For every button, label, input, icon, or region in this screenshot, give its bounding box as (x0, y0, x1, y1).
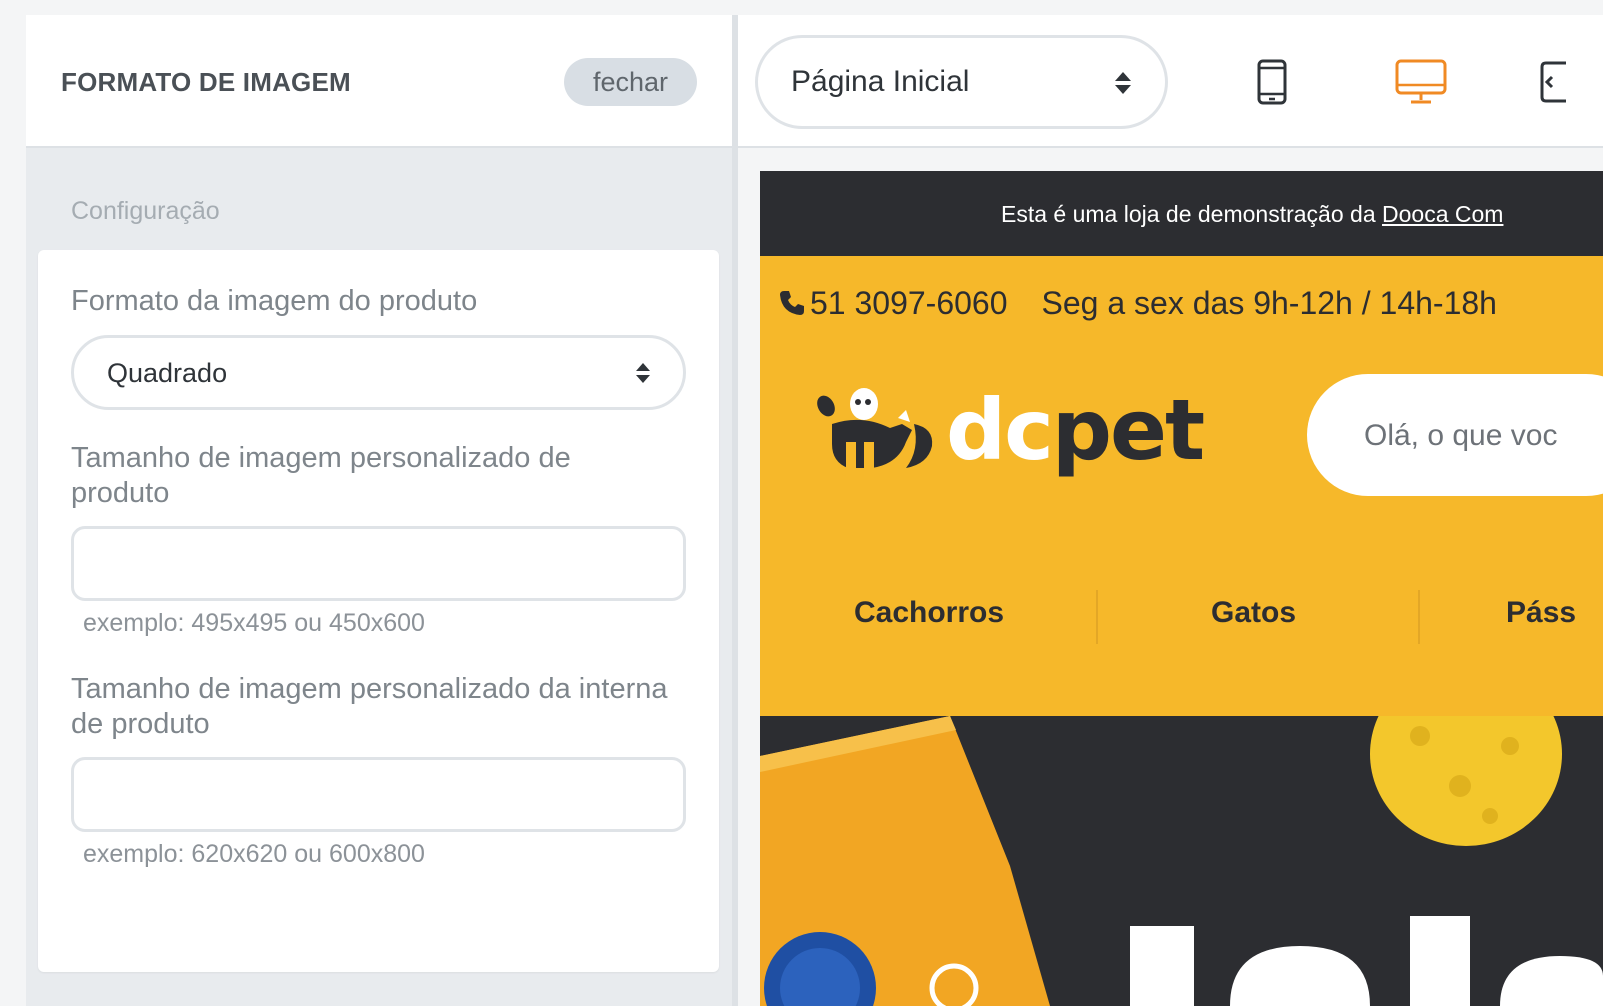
panel-header: FORMATO DE IMAGEM fechar (26, 15, 732, 148)
nav-separator (1418, 590, 1420, 644)
custom-size-label: Tamanho de imagem personalizado de produ… (71, 442, 571, 509)
format-label: Formato da imagem do produto (71, 285, 478, 317)
nav-item-passaros[interactable]: Páss (1506, 596, 1576, 630)
dog-cat-logo-icon[interactable] (802, 384, 942, 474)
preview-toolbar: Página Inicial (738, 15, 1603, 148)
store-hours: Seg a sex das 9h-12h / 14h-18h (1041, 285, 1497, 321)
store-logo-text[interactable]: dcpet (946, 381, 1205, 479)
fullscreen-icon[interactable] (1538, 59, 1568, 105)
hero-banner-image (760, 716, 1603, 1006)
desktop-icon[interactable] (1395, 59, 1447, 105)
store-header: 51 3097-6060 Seg a sex das 9h-12h / 14h-1… (760, 256, 1603, 716)
nav-item-gatos[interactable]: Gatos (1211, 596, 1296, 630)
select-arrows-icon (1115, 72, 1131, 94)
format-select-value: Quadrado (107, 358, 228, 388)
panel-title: FORMATO DE IMAGEM (61, 67, 351, 97)
custom-size-hint: exemplo: 495x495 ou 450x600 (83, 609, 425, 637)
logo-text-dc: dc (946, 381, 1054, 479)
store-preview: Esta é uma loja de demonstração da Dooca… (760, 171, 1603, 1006)
phone-number[interactable]: 51 3097-6060 (810, 285, 1008, 321)
section-label: Configuração (71, 197, 220, 225)
phone-icon (780, 291, 804, 315)
hero-banner[interactable] (760, 716, 1603, 1006)
select-arrows-icon (636, 363, 650, 383)
demo-banner-text: Esta é uma loja de demonstração da (1001, 201, 1383, 227)
panel-divider (732, 15, 738, 1006)
close-button[interactable]: fechar (564, 58, 697, 106)
logo-text-pet: pet (1051, 381, 1205, 479)
internal-size-label: Tamanho de imagem personalizado da inter… (71, 673, 668, 740)
internal-size-input[interactable] (71, 757, 686, 832)
search-placeholder: Olá, o que voc (1364, 419, 1558, 452)
demo-banner-link[interactable]: Dooca Com (1382, 201, 1503, 227)
config-card: Formato da imagem do produto Quadrado Ta… (38, 250, 719, 972)
contact-bar: 51 3097-6060 Seg a sex das 9h-12h / 14h-1… (778, 285, 1497, 322)
nav-item-cachorros[interactable]: Cachorros (854, 596, 1004, 630)
mobile-icon[interactable] (1256, 59, 1288, 105)
internal-size-hint: exemplo: 620x620 ou 600x800 (83, 840, 425, 868)
custom-size-input[interactable] (71, 526, 686, 601)
nav-separator (1096, 590, 1098, 644)
page-select-value: Página Inicial (791, 65, 970, 98)
demo-banner: Esta é uma loja de demonstração da Dooca… (760, 171, 1603, 256)
page-select[interactable]: Página Inicial (755, 35, 1168, 129)
format-select[interactable]: Quadrado (71, 335, 686, 410)
settings-panel: FORMATO DE IMAGEM fechar Configuração Fo… (26, 15, 732, 1006)
store-search-input[interactable]: Olá, o que voc (1307, 374, 1603, 496)
